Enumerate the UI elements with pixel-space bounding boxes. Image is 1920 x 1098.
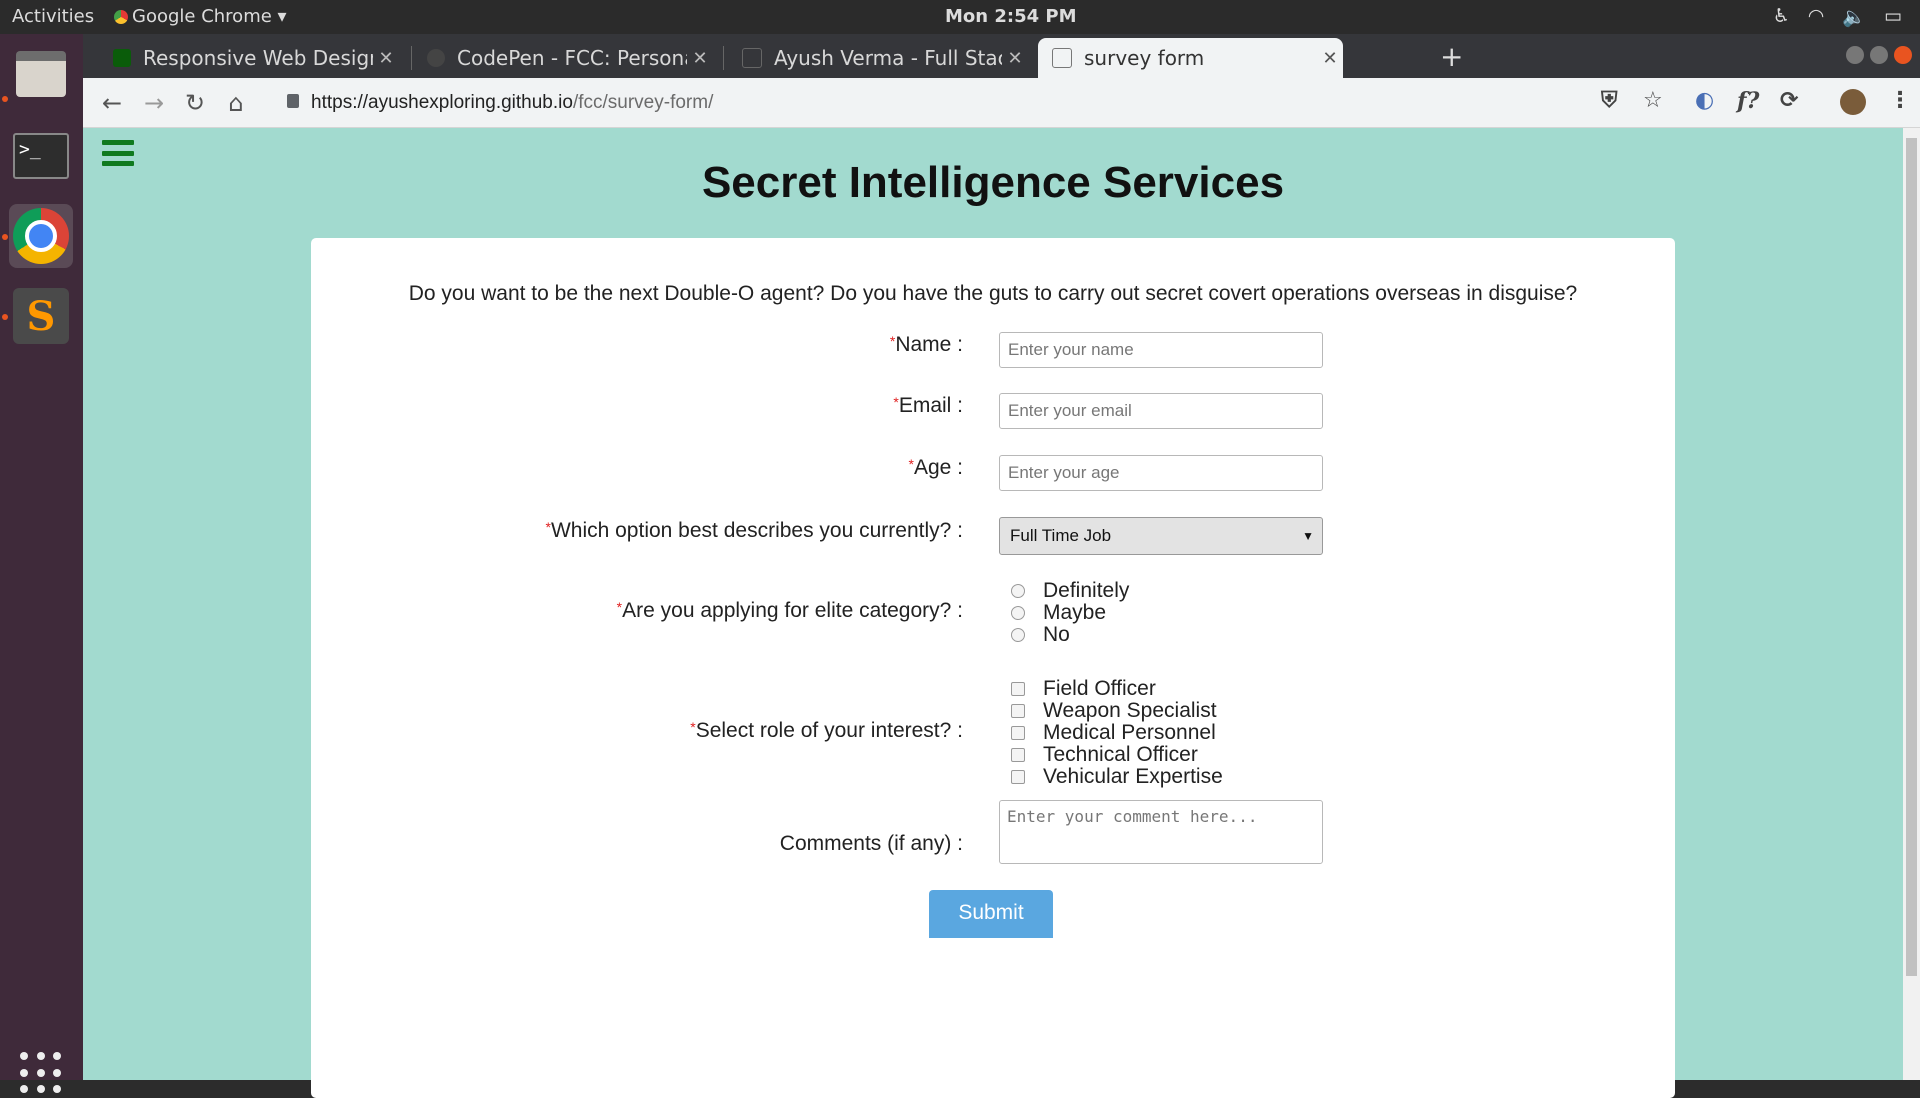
tab-title: Responsive Web Design Projects: [143, 46, 373, 70]
page-icon: [1052, 48, 1072, 68]
extension-icon[interactable]: ◐: [1695, 88, 1714, 113]
reload-icon[interactable]: ↻: [180, 88, 210, 118]
accessibility-icon[interactable]: ♿: [1773, 5, 1790, 28]
checkbox[interactable]: [1011, 725, 1025, 740]
running-indicator: [2, 314, 8, 320]
checkbox[interactable]: [1011, 747, 1025, 762]
app-menu[interactable]: Google Chrome ▾: [114, 6, 287, 27]
chrome-icon: [13, 208, 69, 264]
checkbox[interactable]: [1011, 703, 1025, 718]
show-applications-icon[interactable]: [20, 1052, 62, 1094]
minimize-icon[interactable]: [1846, 46, 1864, 64]
tab-title: survey form: [1084, 46, 1205, 70]
forward-icon[interactable]: →: [139, 88, 169, 118]
clock[interactable]: Mon 2:54 PM: [945, 6, 1077, 27]
roles-label: *Select role of your interest? :: [690, 719, 963, 742]
tab-title: CodePen - FCC: Personal Portfolio: [457, 46, 687, 70]
maximize-icon[interactable]: [1870, 46, 1888, 64]
close-tab-icon[interactable]: ✕: [1002, 48, 1028, 69]
radio-button[interactable]: [1011, 583, 1025, 598]
home-icon[interactable]: ⌂: [221, 88, 251, 118]
files-icon: [16, 51, 66, 97]
status-selected: Full Time Job: [1010, 526, 1112, 545]
app-menu-label: Google Chrome ▾: [132, 6, 287, 27]
close-window-icon[interactable]: [1894, 46, 1912, 64]
page-viewport: Secret Intelligence Services Do you want…: [83, 128, 1903, 1098]
tab-1[interactable]: Responsive Web Design Projects ✕: [99, 38, 399, 78]
volume-icon[interactable]: 🔈: [1842, 5, 1866, 28]
sync-extension-icon[interactable]: ⟳: [1780, 88, 1798, 113]
form-description: Do you want to be the next Double-O agen…: [408, 282, 1578, 305]
terminal-launcher[interactable]: >_: [9, 124, 73, 188]
elite-label: *Are you applying for elite category? :: [616, 599, 963, 622]
running-indicator: [2, 96, 8, 102]
activities-button[interactable]: Activities: [12, 6, 94, 27]
tab-3[interactable]: Ayush Verma - Full Stack Web Developer ✕: [728, 38, 1028, 78]
page-icon: [742, 48, 762, 68]
back-icon[interactable]: ←: [97, 88, 127, 118]
address-bar[interactable]: https://ayushexploring.github.io/fcc/sur…: [273, 84, 1513, 122]
url-path: /fcc/survey-form/: [572, 92, 714, 113]
radio-button[interactable]: [1011, 605, 1025, 620]
formula-extension-icon[interactable]: f?: [1737, 88, 1759, 114]
status-label: *Which option best describes you current…: [545, 519, 964, 542]
window-controls: [1846, 46, 1912, 64]
system-top-bar: Activities Google Chrome ▾ Mon 2:54 PM ♿…: [0, 0, 1920, 34]
elite-option-no[interactable]: No: [1011, 621, 1070, 648]
battery-icon[interactable]: ▭: [1884, 5, 1902, 28]
lock-icon: [287, 94, 299, 108]
tab-title: Ayush Verma - Full Stack Web Developer: [774, 46, 1002, 70]
sublime-text-icon: S: [13, 288, 69, 344]
survey-form: Do you want to be the next Double-O agen…: [311, 238, 1675, 1098]
page-title: Secret Intelligence Services: [701, 158, 1285, 207]
tab-strip: Responsive Web Design Projects ✕ CodePen…: [83, 34, 1920, 78]
checkbox[interactable]: [1011, 769, 1025, 784]
dropdown-caret-icon: ▼: [1302, 529, 1314, 543]
email-label: *Email :: [893, 394, 963, 417]
profile-avatar[interactable]: [1840, 89, 1866, 115]
running-indicator: [2, 234, 8, 240]
chrome-launcher[interactable]: [9, 204, 73, 268]
bookmark-star-icon[interactable]: ☆: [1643, 88, 1663, 113]
checkbox[interactable]: [1011, 681, 1025, 696]
name-label: *Name :: [889, 333, 963, 356]
close-tab-icon[interactable]: ✕: [373, 48, 399, 69]
close-tab-icon[interactable]: ✕: [687, 48, 713, 69]
url-host: https://ayushexploring.github.io: [311, 92, 573, 113]
chrome-small-icon: [114, 10, 128, 24]
menu-kebab-icon[interactable]: ⋮: [1889, 88, 1911, 113]
status-select[interactable]: Full Time Job ▼: [999, 517, 1323, 555]
name-input[interactable]: [999, 332, 1323, 368]
wifi-icon[interactable]: ◠: [1808, 5, 1825, 28]
files-launcher[interactable]: [9, 42, 73, 106]
age-input[interactable]: [999, 455, 1323, 491]
sublime-launcher[interactable]: S: [9, 284, 73, 348]
extension-shield-icon[interactable]: ⛨: [1601, 88, 1618, 113]
system-tray[interactable]: ♿ ◠ 🔈 ▭: [1773, 5, 1902, 28]
tab-active[interactable]: survey form ✕: [1038, 38, 1343, 78]
dock: >_ S: [0, 34, 83, 1094]
new-tab-icon[interactable]: +: [1440, 40, 1463, 73]
codepen-icon: [427, 49, 445, 67]
comments-label: Comments (if any) :: [779, 832, 963, 855]
close-tab-icon[interactable]: ✕: [1317, 48, 1343, 69]
terminal-icon: >_: [13, 133, 69, 179]
radio-button[interactable]: [1011, 627, 1025, 642]
comments-textarea[interactable]: Enter your comment here...: [999, 800, 1323, 864]
tab-separator: [411, 46, 412, 70]
email-input[interactable]: [999, 393, 1323, 429]
submit-button[interactable]: Submit: [929, 890, 1053, 938]
scrollbar-thumb[interactable]: [1906, 138, 1917, 976]
tab-separator: [723, 46, 724, 70]
tab-2[interactable]: CodePen - FCC: Personal Portfolio ✕: [413, 38, 713, 78]
role-vehicular-expertise[interactable]: Vehicular Expertise: [1011, 763, 1223, 790]
browser-toolbar: ← → ↻ ⌂ https://ayushexploring.github.io…: [83, 78, 1920, 128]
page-scrollbar[interactable]: [1903, 128, 1920, 1080]
url-text[interactable]: https://ayushexploring.github.io/fcc/sur…: [311, 92, 713, 114]
age-label: *Age :: [908, 456, 964, 479]
favicon-icon: [113, 49, 131, 67]
